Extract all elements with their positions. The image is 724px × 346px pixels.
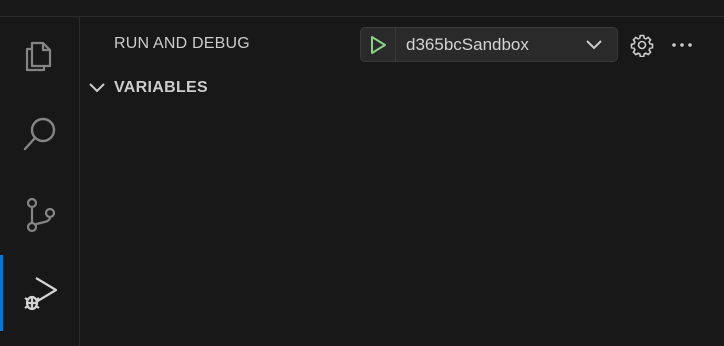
variables-section-label: VARIABLES xyxy=(114,79,208,96)
search-icon xyxy=(23,117,55,151)
ellipsis-icon xyxy=(672,43,692,47)
play-icon xyxy=(371,35,386,54)
chevron-down-icon xyxy=(586,39,602,49)
open-launch-json-button[interactable] xyxy=(628,31,656,59)
more-actions-button[interactable] xyxy=(668,31,696,59)
view-title: RUN AND DEBUG xyxy=(114,35,250,52)
start-debugging-button[interactable] xyxy=(361,28,396,61)
run-debug-icon xyxy=(23,277,57,311)
source-control-icon xyxy=(26,197,55,233)
title-bar-strip xyxy=(0,0,724,17)
debug-config-widget: d365bcSandbox xyxy=(360,27,618,62)
activity-search[interactable] xyxy=(0,96,79,172)
chevron-down-icon xyxy=(89,83,105,93)
activity-source-control[interactable] xyxy=(0,177,79,253)
gear-icon xyxy=(630,34,654,57)
launch-config-value: d365bcSandbox xyxy=(406,34,529,54)
files-icon xyxy=(25,41,51,72)
activity-bar xyxy=(0,17,80,346)
run-debug-sidebar: RUN AND DEBUG d365bcSandbox VARIABLES xyxy=(80,17,724,346)
activity-explorer[interactable] xyxy=(0,17,79,93)
activity-run-and-debug[interactable] xyxy=(0,255,79,331)
variables-section-header[interactable]: VARIABLES xyxy=(88,79,208,97)
launch-config-select[interactable]: d365bcSandbox xyxy=(396,35,617,55)
